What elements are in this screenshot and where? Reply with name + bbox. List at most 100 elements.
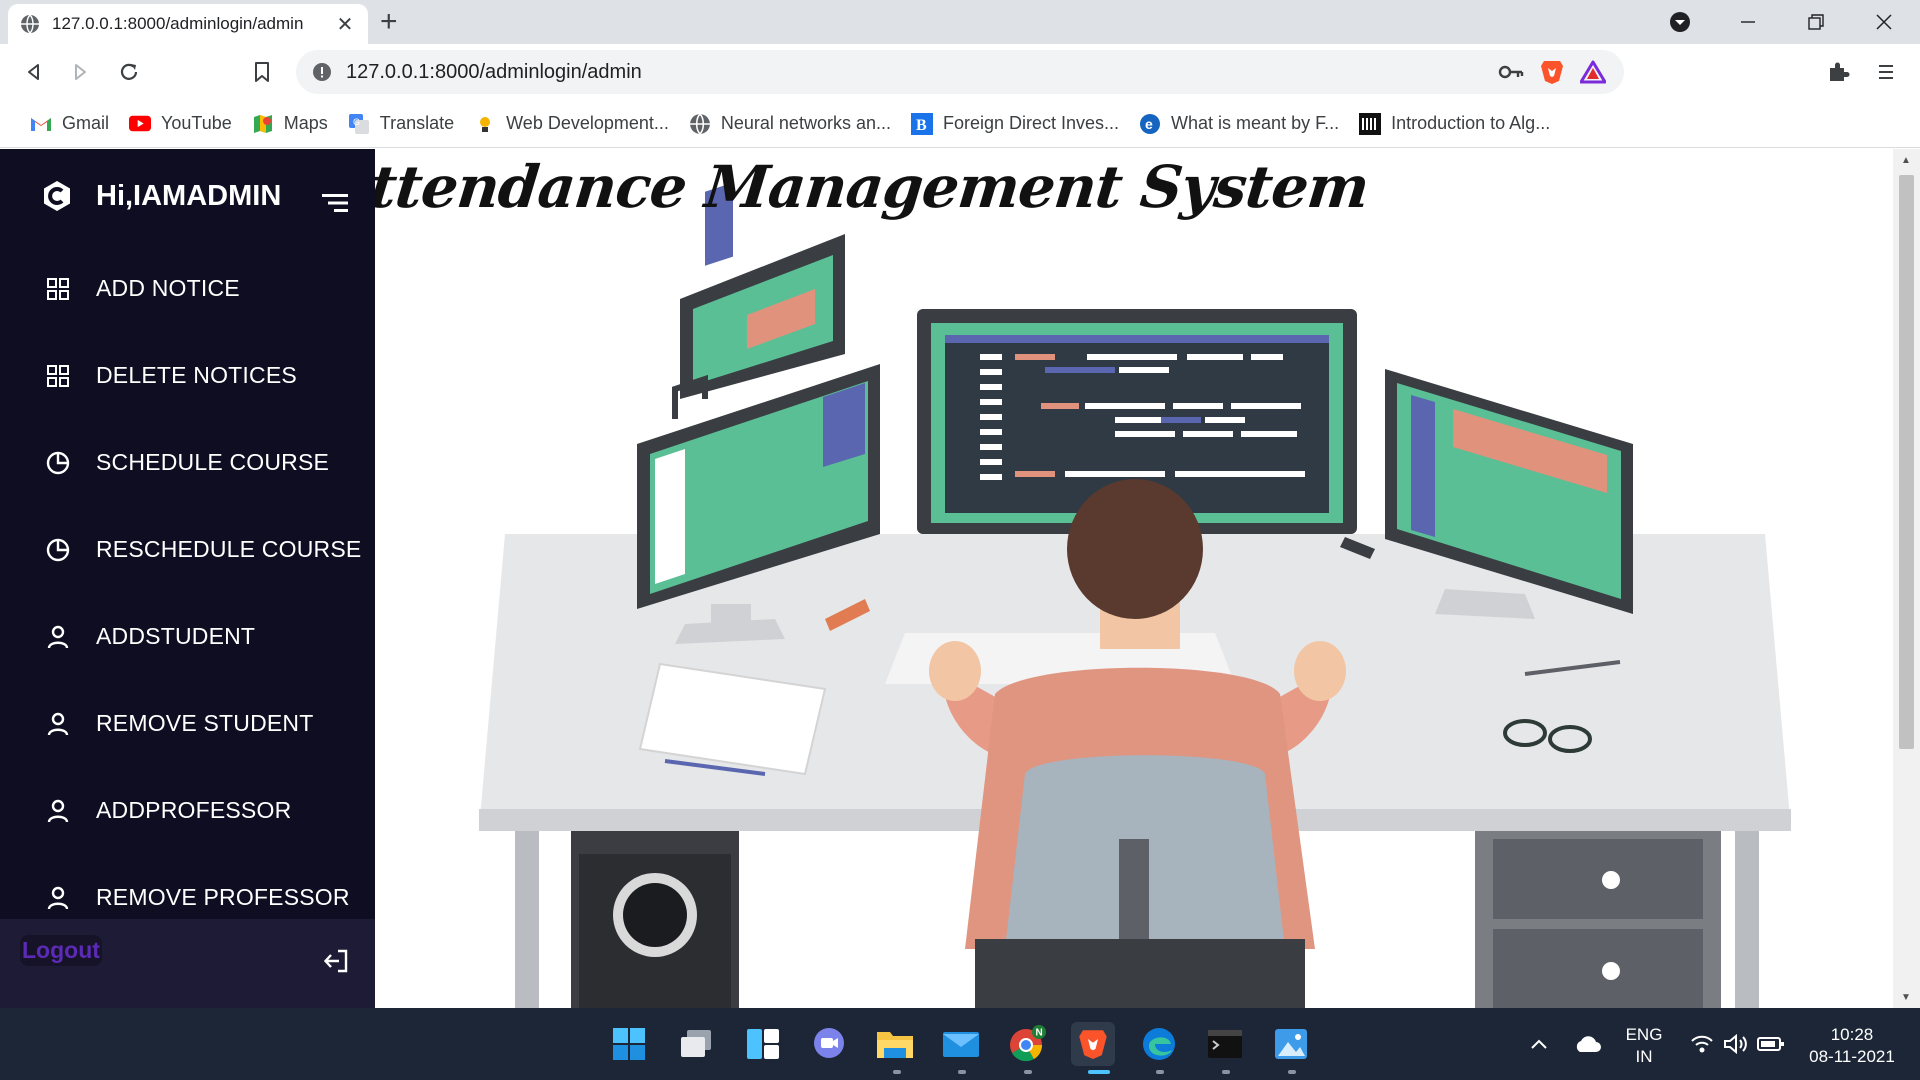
logout-icon[interactable] [324,949,350,973]
translate-icon: G [348,113,370,135]
bookmark-label: Foreign Direct Inves... [942,113,1120,133]
key-icon[interactable] [1498,64,1524,80]
widgets-button[interactable] [741,1022,785,1066]
battery-icon [1757,1037,1784,1051]
brave-button[interactable] [1071,1022,1115,1066]
bookmark-what-is-meant[interactable]: e What is meant by F... [1129,106,1349,142]
reload-button[interactable] [113,56,145,88]
restore-icon[interactable] [1786,0,1846,44]
sidebar-item-label: SCHEDULE COURSE [96,449,330,475]
sidebar-item-label: DELETE NOTICES [96,362,297,388]
sidebar-item-reschedule-course[interactable]: RESCHEDULE COURSE [0,506,375,593]
bookmark-star-icon[interactable] [246,56,278,88]
info-icon[interactable] [312,62,332,82]
sidebar-item-addprofessor[interactable]: ADDPROFESSOR [0,767,375,854]
bookmark-gmail[interactable]: Gmail [20,106,119,142]
sidebar-item-label: RESCHEDULE COURSE [96,536,362,562]
chat-icon [814,1028,844,1058]
sidebar: Hi,IAMADMIN ADD NOTICE DELETE NOTICES SC… [0,149,375,1008]
start-button[interactable] [607,1022,651,1066]
mail-icon [943,1032,979,1057]
task-view-icon [681,1030,711,1057]
terminal-button[interactable] [1203,1022,1247,1066]
tab-strip: 127.0.0.1:8000/adminlogin/admin ✕ + [0,0,1920,44]
scroll-up-icon[interactable]: ▲ [1901,155,1911,166]
battery-button[interactable] [1749,1022,1793,1066]
sidebar-item-delete-notices[interactable]: DELETE NOTICES [0,332,375,419]
new-tab-button[interactable]: + [380,6,398,38]
edge-button[interactable] [1137,1022,1181,1066]
minimize-icon[interactable] [1718,0,1778,44]
bookmark-label: Gmail [62,113,110,133]
chrome-button[interactable]: N [1005,1022,1049,1066]
logout-link[interactable]: Logout [20,935,102,966]
address-bar[interactable]: 127.0.0.1:8000/adminlogin/admin [296,50,1624,94]
bookmark-translate[interactable]: G Translate [338,106,464,142]
teams-chat-button[interactable] [807,1022,851,1066]
bookmark-youtube[interactable]: YouTube [119,106,242,142]
bookmark-introduction-alg[interactable]: Introduction to Alg... [1349,106,1560,142]
onedrive-button[interactable] [1566,1022,1610,1066]
user-icon [46,712,70,736]
close-tab-icon[interactable]: ✕ [334,12,356,37]
sidebar-item-add-notice[interactable]: ADD NOTICE [0,245,375,332]
sidebar-item-label: REMOVE STUDENT [96,710,314,736]
url-text[interactable]: 127.0.0.1:8000/adminlogin/admin [346,61,1498,84]
pie-icon [46,538,70,562]
forward-button[interactable] [64,56,96,88]
globe-icon [21,14,39,34]
scroll-thumb[interactable] [1899,175,1914,749]
back-button[interactable] [18,56,50,88]
bookmark-label: Maps [283,113,328,133]
bookmark-neural-networks[interactable]: Neural networks an... [679,106,901,142]
volume-icon [1724,1034,1747,1054]
tray-overflow-button[interactable] [1517,1022,1561,1066]
bookmarks-bar: Gmail YouTube Maps G Translate Web Devel… [0,100,1920,148]
sidebar-item-label: REMOVE PROFESSOR [96,884,350,910]
brave-shield-icon[interactable] [1540,59,1564,85]
page-viewport: Hi,IAMADMIN ADD NOTICE DELETE NOTICES SC… [0,149,1920,1008]
browser-tab[interactable]: 127.0.0.1:8000/adminlogin/admin ✕ [8,4,368,44]
grid-icon [46,364,70,388]
brave-rewards-icon[interactable] [1580,60,1606,84]
grid-icon [46,277,70,301]
svg-text:B: B [916,117,927,134]
chrome-badge: N [1036,1028,1043,1039]
clock[interactable]: 10:28 08-11-2021 [1800,1024,1904,1068]
bookmark-label: Neural networks an... [720,113,891,133]
bookmark-maps[interactable]: Maps [242,106,338,142]
user-icon [46,625,70,649]
sidebar-menu: ADD NOTICE DELETE NOTICES SCHEDULE COURS… [0,245,375,941]
taskbar: N ENG IN 10:28 08-11-2021 [0,1008,1920,1080]
folder-icon [877,1032,913,1058]
extensions-icon[interactable] [1822,56,1854,88]
task-view-button[interactable] [674,1022,718,1066]
hamburger-icon[interactable] [322,193,348,213]
mail-button[interactable] [939,1022,983,1066]
b-icon: B [910,112,933,135]
brave-icon [1079,1030,1107,1059]
brand[interactable]: Hi,IAMADMIN [40,179,281,213]
bookmark-web-development[interactable]: Web Development... [464,106,679,142]
close-window-icon[interactable] [1854,0,1914,44]
sidebar-item-remove-student[interactable]: REMOVE STUDENT [0,680,375,767]
logo-icon [44,181,70,211]
language-indicator[interactable]: ENG IN [1624,1024,1664,1068]
vertical-scrollbar[interactable]: ▲ ▼ [1893,149,1920,1008]
bookmark-label: What is meant by F... [1171,113,1340,133]
bookmark-foreign-direct[interactable]: B Foreign Direct Inves... [901,106,1129,142]
workspace-illustration [479,182,1791,1008]
scroll-down-icon[interactable]: ▼ [1901,992,1911,1003]
photos-button[interactable] [1269,1022,1313,1066]
bookmark-label: YouTube [161,113,232,133]
chevron-up-icon [1531,1039,1547,1049]
tab-search-icon[interactable] [1650,0,1710,44]
file-explorer-button[interactable] [873,1022,917,1066]
widgets-icon [747,1029,779,1059]
sidebar-item-schedule-course[interactable]: SCHEDULE COURSE [0,419,375,506]
sidebar-item-addstudent[interactable]: ADDSTUDENT [0,593,375,680]
region-code: IN [1635,1047,1653,1066]
terminal-icon [1208,1030,1242,1058]
menu-icon[interactable] [1870,56,1902,88]
photos-icon [1275,1029,1307,1059]
